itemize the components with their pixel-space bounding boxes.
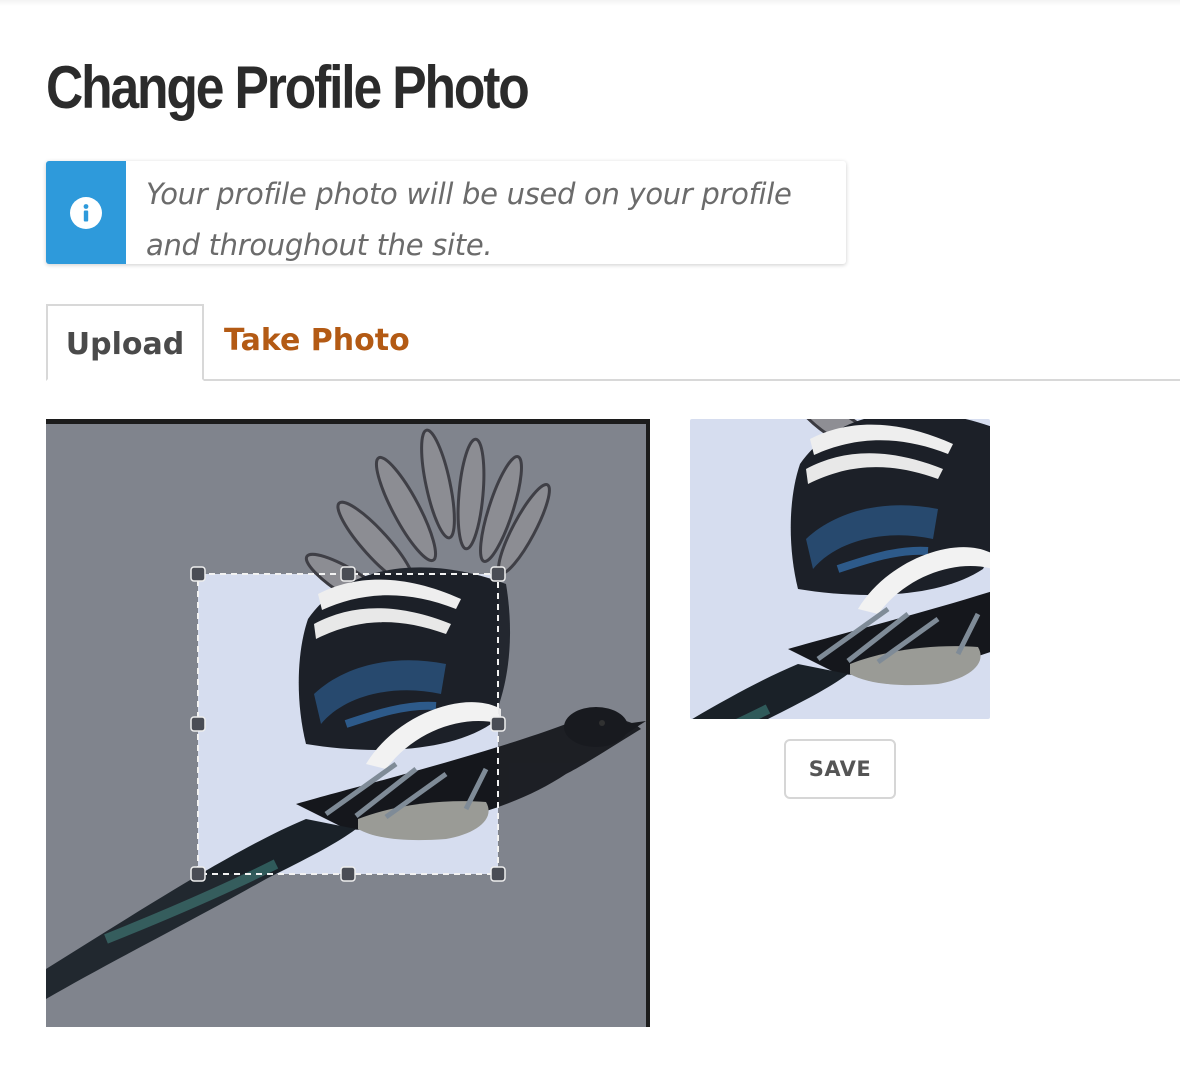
crop-handle-top-right[interactable] — [490, 566, 506, 582]
crop-handle-top[interactable] — [340, 566, 356, 582]
info-message-line-1: Your profile photo will be used on your … — [146, 177, 792, 211]
preview-image — [690, 419, 990, 719]
info-strip — [46, 161, 126, 264]
tab-take-photo[interactable]: Take Photo — [224, 304, 410, 376]
save-button[interactable]: SAVE — [784, 739, 896, 799]
crop-handle-bottom-right[interactable] — [490, 866, 506, 882]
crop-handle-top-left[interactable] — [190, 566, 206, 582]
page-title: Change Profile Photo — [46, 54, 530, 121]
cropper-canvas — [46, 424, 646, 1027]
crop-handle-left[interactable] — [190, 716, 206, 732]
crop-handle-bottom[interactable] — [340, 866, 356, 882]
photo-preview — [690, 419, 990, 719]
info-callout: Your profile photo will be used on your … — [46, 161, 846, 264]
image-cropper[interactable] — [46, 419, 650, 1027]
top-divider — [0, 0, 1180, 6]
tab-upload[interactable]: Upload — [46, 304, 204, 381]
info-icon — [70, 196, 102, 229]
info-message-line-2: and throughout the site. — [146, 228, 493, 262]
photo-source-tabs: Upload Take Photo — [46, 304, 1180, 381]
crop-handle-bottom-left[interactable] — [190, 866, 206, 882]
crop-handle-right[interactable] — [490, 716, 506, 732]
info-message: Your profile photo will be used on your … — [126, 161, 812, 264]
